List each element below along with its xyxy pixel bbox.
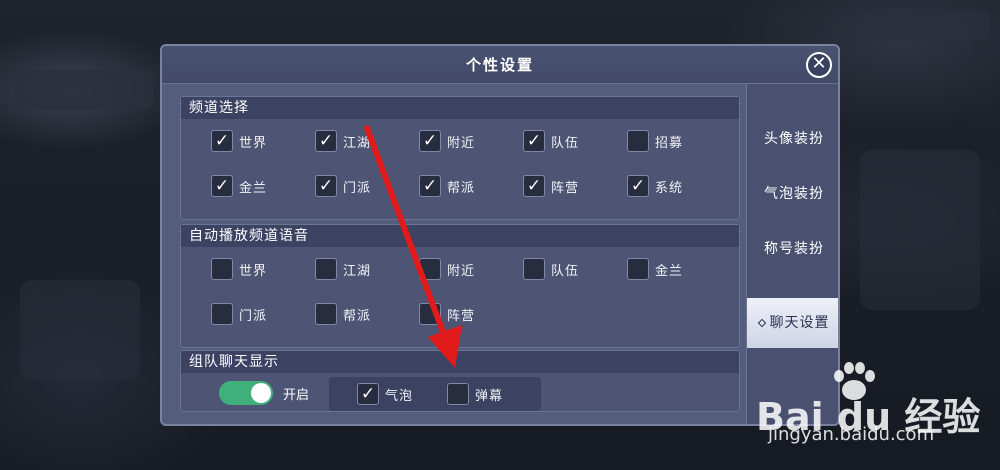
channel-checkbox[interactable]: ✓ [419, 130, 441, 152]
voice-channel-label: 门派 [239, 308, 268, 324]
voice-channel-checkbox[interactable] [419, 258, 441, 280]
channel-label: 世界 [239, 135, 268, 151]
voice-channel-checkbox[interactable] [315, 258, 337, 280]
tab-label: 头像装扮 [764, 131, 824, 147]
voice-channel-checkbox[interactable] [627, 258, 649, 280]
tab-label: 气泡装扮 [764, 186, 824, 202]
background-blur [860, 10, 990, 40]
bubble-checkbox[interactable]: ✓ [357, 383, 379, 405]
settings-content: 频道选择 ✓ 世界 ✓ 江湖 ✓ 附近 ✓ 队伍 招募 ✓ 金兰 ✓ 门派 ✓ 帮派 ✓ 阵营 ✓ 系统 自动播放频… [174, 92, 742, 420]
voice-channel-label: 阵营 [447, 308, 476, 324]
tab-label: 聊天设置 [769, 315, 830, 331]
voice-channel-checkbox[interactable] [211, 303, 233, 325]
tab-chat-settings[interactable]: 聊天设置 [747, 298, 838, 348]
channel-option[interactable]: ✓ 阵营 [523, 174, 579, 198]
background-blur [860, 150, 980, 310]
voice-channel-label: 世界 [239, 263, 268, 279]
channel-checkbox[interactable] [627, 130, 649, 152]
voice-channel-checkbox[interactable] [315, 303, 337, 325]
channel-checkbox[interactable]: ✓ [315, 130, 337, 152]
channel-option[interactable]: ✓ 帮派 [419, 174, 475, 198]
channel-checkbox[interactable]: ✓ [211, 130, 233, 152]
channel-option[interactable]: ✓ 队伍 [523, 129, 579, 153]
voice-channel-option[interactable]: 队伍 [523, 257, 579, 281]
voice-channel-label: 帮派 [343, 308, 372, 324]
danmaku-option[interactable]: 弹幕 [447, 382, 503, 406]
background-blur [20, 280, 140, 380]
dialog-titlebar: 个性设置 ✕ [162, 46, 838, 84]
tab-bubble-decor[interactable]: 气泡装扮 [747, 169, 838, 219]
channel-label: 帮派 [447, 180, 476, 196]
channel-label: 阵营 [551, 180, 580, 196]
channel-option[interactable]: ✓ 金兰 [211, 174, 267, 198]
tab-title-decor[interactable]: 称号装扮 [747, 224, 838, 274]
background-blur [14, 70, 154, 110]
team-chat-section: 组队聊天显示 开启 ✓ 气泡 弹幕 [180, 350, 740, 412]
channel-select-header: 频道选择 [181, 97, 739, 119]
baidu-jingyan-watermark: Bai du 经验 jingyan.baidu.com [756, 362, 992, 462]
active-diamond-icon [757, 318, 766, 328]
voice-channel-option[interactable]: 金兰 [627, 257, 683, 281]
channel-option[interactable]: ✓ 系统 [627, 174, 683, 198]
voice-channel-label: 队伍 [551, 263, 580, 279]
channel-label: 附近 [447, 135, 476, 151]
danmaku-label: 弹幕 [475, 388, 504, 404]
voice-channel-checkbox[interactable] [419, 303, 441, 325]
channel-label: 金兰 [239, 180, 268, 196]
voice-channel-option[interactable]: 门派 [211, 302, 267, 326]
channel-checkbox[interactable]: ✓ [627, 175, 649, 197]
toggle-label: 开启 [283, 388, 310, 403]
voice-channel-option[interactable]: 附近 [419, 257, 475, 281]
bubble-label: 气泡 [385, 388, 414, 404]
voice-channel-checkbox[interactable] [211, 258, 233, 280]
channel-option[interactable]: 招募 [627, 129, 683, 153]
voice-channel-option[interactable]: 江湖 [315, 257, 371, 281]
voice-channel-label: 附近 [447, 263, 476, 279]
dialog-title: 个性设置 [465, 56, 534, 74]
team-chat-toggle[interactable] [219, 381, 273, 405]
watermark-url: jingyan.baidu.com [768, 424, 935, 445]
voice-channel-label: 金兰 [655, 263, 684, 279]
voice-channel-option[interactable]: 帮派 [315, 302, 371, 326]
channel-label: 江湖 [343, 135, 372, 151]
voice-channel-checkbox[interactable] [523, 258, 545, 280]
close-icon[interactable]: ✕ [806, 52, 832, 78]
channel-label: 招募 [655, 135, 684, 151]
channel-checkbox[interactable]: ✓ [523, 130, 545, 152]
team-chat-header: 组队聊天显示 [181, 351, 739, 373]
channel-select-grid: ✓ 世界 ✓ 江湖 ✓ 附近 ✓ 队伍 招募 ✓ 金兰 ✓ 门派 ✓ 帮派 ✓ 阵营 ✓ 系统 [181, 119, 739, 219]
channel-label: 系统 [655, 180, 684, 196]
voice-channel-label: 江湖 [343, 263, 372, 279]
personal-settings-dialog: 个性设置 ✕ 频道选择 ✓ 世界 ✓ 江湖 ✓ 附近 ✓ 队伍 招募 ✓ 金兰 ✓ 门派 ✓ 帮派 ✓ 阵营 ✓ 系… [160, 44, 840, 426]
channel-option[interactable]: ✓ 江湖 [315, 129, 371, 153]
auto-voice-header: 自动播放频道语音 [181, 225, 739, 247]
channel-select-section: 频道选择 ✓ 世界 ✓ 江湖 ✓ 附近 ✓ 队伍 招募 ✓ 金兰 ✓ 门派 ✓ 帮派 ✓ 阵营 ✓ 系统 [180, 96, 740, 220]
tab-label: 称号装扮 [764, 241, 824, 257]
channel-checkbox[interactable]: ✓ [315, 175, 337, 197]
voice-channel-option[interactable]: 阵营 [419, 302, 475, 326]
channel-option[interactable]: ✓ 世界 [211, 129, 267, 153]
tab-avatar-decor[interactable]: 头像装扮 [747, 114, 838, 164]
channel-label: 队伍 [551, 135, 580, 151]
channel-checkbox[interactable]: ✓ [523, 175, 545, 197]
bubble-option[interactable]: ✓ 气泡 [357, 382, 413, 406]
channel-checkbox[interactable]: ✓ [211, 175, 233, 197]
auto-voice-grid: 世界 江湖 附近 队伍 金兰门派 帮派 阵营 [181, 247, 739, 347]
channel-label: 门派 [343, 180, 372, 196]
toggle-knob [251, 383, 271, 403]
channel-checkbox[interactable]: ✓ [419, 175, 441, 197]
voice-channel-option[interactable]: 世界 [211, 257, 267, 281]
channel-option[interactable]: ✓ 门派 [315, 174, 371, 198]
team-chat-row: 开启 ✓ 气泡 弹幕 [181, 373, 739, 411]
channel-option[interactable]: ✓ 附近 [419, 129, 475, 153]
danmaku-checkbox[interactable] [447, 383, 469, 405]
auto-voice-section: 自动播放频道语音 世界 江湖 附近 队伍 金兰门派 帮派 阵营 [180, 224, 740, 348]
